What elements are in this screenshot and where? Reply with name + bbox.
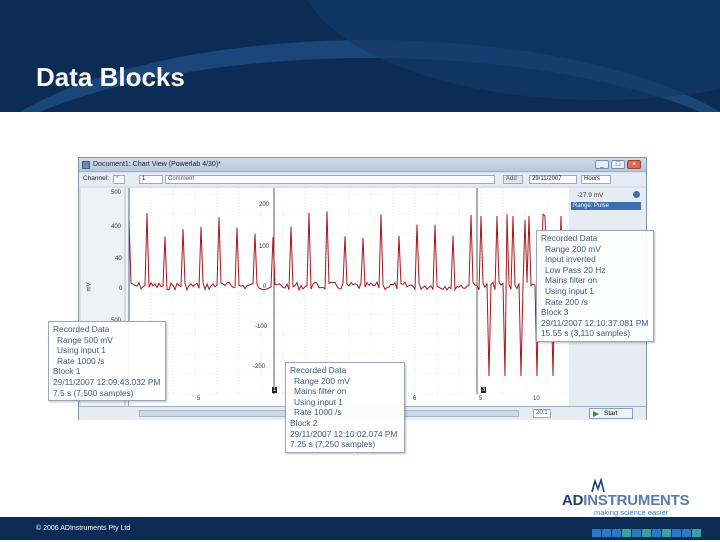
callout-line: Recorded Data <box>290 365 347 375</box>
left-tick: 40 <box>115 256 122 262</box>
callout-line: Using input 1 <box>294 396 343 407</box>
window-titlebar: Document1: Chart View (Powerlab 4/30)* _… <box>79 158 646 172</box>
callout-line: Low Pass 20 Hz <box>545 264 606 275</box>
channel-select[interactable]: * <box>113 175 125 184</box>
minimize-button[interactable]: _ <box>595 160 609 169</box>
units-label: mV <box>86 282 93 292</box>
callout-line: Rate 1000 /s <box>57 355 105 366</box>
callout-line: Block 1 <box>53 366 81 377</box>
comment-input[interactable]: Comment <box>165 175 495 184</box>
x-tick: 5 <box>479 396 483 402</box>
callout-line: Recorded Data <box>53 324 110 334</box>
y-tick: -100 <box>255 324 268 330</box>
value-readout: -27.9 mV <box>577 192 604 199</box>
y-tick: 200 <box>259 202 270 208</box>
callout-line: Rate 200 /s <box>545 296 588 307</box>
callout-line: 15.55 s (3,110 samples) <box>541 328 631 339</box>
callout-line: Block 3 <box>541 307 569 318</box>
x-tick: 6 <box>413 396 417 402</box>
window-title: Document1: Chart View (Powerlab 4/30)* <box>93 161 221 168</box>
slide-title: Data Blocks <box>36 62 185 92</box>
callout-line: Mains filter on <box>545 275 598 286</box>
add-comment-button[interactable]: Add <box>503 175 523 184</box>
y-tick: -200 <box>253 364 266 370</box>
left-tick: 500 <box>111 190 122 196</box>
callout-line: 29/11/2007 12:09:43.032 PM <box>53 376 161 387</box>
start-button[interactable]: Start <box>589 408 633 419</box>
app-icon <box>82 161 90 169</box>
copyright-text: © 2006 ADInstruments Pty Ltd <box>36 525 131 532</box>
zoom-select[interactable]: 20:1 <box>533 409 551 418</box>
play-icon <box>593 411 599 417</box>
x-tick: 5 <box>197 396 201 402</box>
callout-line: Range 500 mV <box>57 334 113 345</box>
y-tick: 100 <box>259 244 270 250</box>
close-button[interactable]: × <box>627 160 641 169</box>
time-unit-select[interactable]: Hours <box>581 175 611 184</box>
block3-info-callout: Recorded Data Range 200 mV Input inverte… <box>536 230 654 342</box>
callout-line: 29/11/2007 12:10:37.081 PM <box>541 317 649 328</box>
company-logo: ADINSTRUMENTS making science easier <box>562 478 692 518</box>
date-field[interactable]: 29/11/2007 <box>529 175 577 184</box>
callout-line: Block 2 <box>290 417 318 428</box>
left-tick: 400 <box>111 224 122 230</box>
callout-line: 7.25 s (7,250 samples) <box>290 439 376 450</box>
callout-line: Input inverted <box>545 254 596 265</box>
channel-label: Channel: <box>83 175 110 182</box>
slide-footer: © 2006 ADInstruments Pty Ltd <box>0 517 720 540</box>
block1-info-callout: Recorded Data Range 500 mV Using input 1… <box>48 321 166 402</box>
logo-wordmark: ADINSTRUMENTS <box>562 492 690 509</box>
footer-decoration <box>592 524 702 537</box>
block2-info-callout: Recorded Data Range 200 mV Mains filter … <box>285 362 405 453</box>
block-marker[interactable]: 1 <box>272 387 278 393</box>
callout-line: 7.5 s (7,500 samples) <box>53 387 134 398</box>
logo-tagline: making science easier <box>594 508 669 517</box>
left-tick: 0 <box>119 286 123 292</box>
slide-header: Data Blocks <box>0 0 720 112</box>
y-tick: 0 <box>263 284 267 290</box>
callout-line: Using input 1 <box>57 345 106 356</box>
maximize-button[interactable]: □ <box>611 160 625 169</box>
toolbar: Channel: * 1 Comment Add 29/11/2007 Hour… <box>79 173 646 186</box>
block-marker[interactable]: 3 <box>481 387 487 393</box>
info-icon[interactable] <box>633 191 640 198</box>
callout-line: Range 200 mV <box>294 375 350 386</box>
callout-line: 29/11/2007 12:10:02.074 PM <box>290 428 398 439</box>
channel-value[interactable]: 1 <box>139 175 163 184</box>
range-dropdown[interactable]: Range: Pulse <box>571 202 641 210</box>
callout-line: Using input 1 <box>545 285 594 296</box>
callout-line: Recorded Data <box>541 233 598 243</box>
x-tick: 10 <box>533 396 540 402</box>
callout-line: Rate 1000 /s <box>294 407 342 418</box>
callout-line: Range 200 mV <box>545 243 601 254</box>
callout-line: Mains filter on <box>294 386 347 397</box>
